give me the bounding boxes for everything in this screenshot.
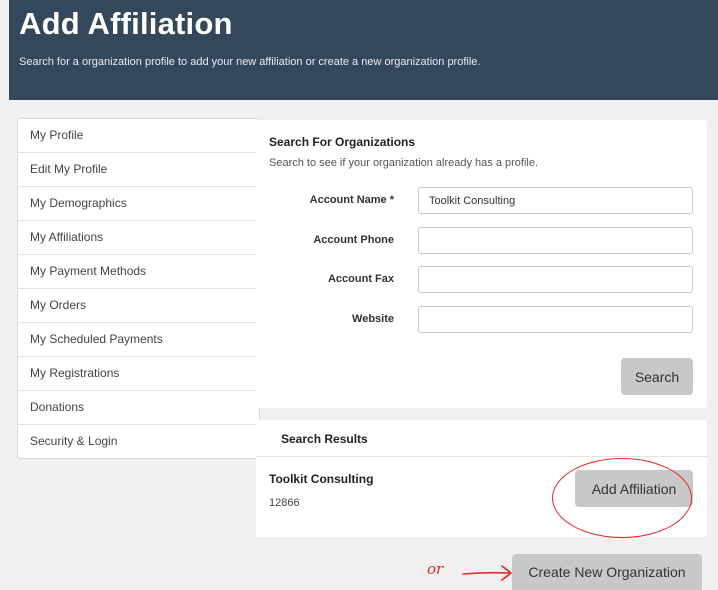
page-subtitle: Search for a organization profile to add… — [19, 56, 481, 68]
account-name-row: Account Name * — [256, 187, 707, 214]
search-button[interactable]: Search — [621, 358, 693, 395]
website-input[interactable] — [418, 306, 693, 333]
website-label: Website — [352, 313, 394, 325]
create-new-organization-button[interactable]: Create New Organization — [512, 554, 702, 590]
results-header: Search Results — [256, 420, 707, 457]
sidebar-item-my-profile[interactable]: My Profile — [18, 119, 259, 153]
add-affiliation-button[interactable]: Add Affiliation — [575, 470, 693, 507]
search-panel: Search For Organizations Search to see i… — [256, 120, 707, 408]
account-fax-input[interactable] — [418, 266, 693, 293]
results-title: Search Results — [281, 432, 368, 446]
account-name-input[interactable] — [418, 187, 693, 214]
sidebar-nav: My Profile Edit My Profile My Demographi… — [17, 118, 260, 459]
sidebar-item-my-orders[interactable]: My Orders — [18, 289, 259, 323]
sidebar-item-edit-my-profile[interactable]: Edit My Profile — [18, 153, 259, 187]
account-phone-label: Account Phone — [313, 234, 394, 246]
results-panel: Search Results Toolkit Consulting 12866 … — [256, 420, 707, 537]
annotation-or-text: or — [427, 560, 444, 578]
sidebar-item-my-affiliations[interactable]: My Affiliations — [18, 221, 259, 255]
account-fax-label: Account Fax — [327, 273, 394, 285]
sidebar-item-security-login[interactable]: Security & Login — [18, 425, 259, 458]
sidebar-item-my-payment-methods[interactable]: My Payment Methods — [18, 255, 259, 289]
result-org-id: 12866 — [269, 497, 300, 509]
account-name-label: Account Name * — [309, 194, 394, 206]
sidebar-item-my-registrations[interactable]: My Registrations — [18, 357, 259, 391]
annotation-arrow-icon — [462, 565, 512, 581]
page-title: Add Affiliation — [19, 6, 233, 41]
page-header: Add Affiliation Search for a organizatio… — [9, 0, 718, 100]
account-phone-row: Account Phone — [256, 227, 707, 254]
search-panel-title: Search For Organizations — [269, 135, 416, 149]
account-phone-input[interactable] — [418, 227, 693, 254]
website-row: Website — [256, 306, 707, 333]
result-org-name: Toolkit Consulting — [269, 472, 374, 486]
sidebar-item-donations[interactable]: Donations — [18, 391, 259, 425]
sidebar-item-my-demographics[interactable]: My Demographics — [18, 187, 259, 221]
sidebar-item-my-scheduled-payments[interactable]: My Scheduled Payments — [18, 323, 259, 357]
search-panel-subtitle: Search to see if your organization alrea… — [269, 157, 539, 169]
account-fax-row: Account Fax — [256, 266, 707, 293]
